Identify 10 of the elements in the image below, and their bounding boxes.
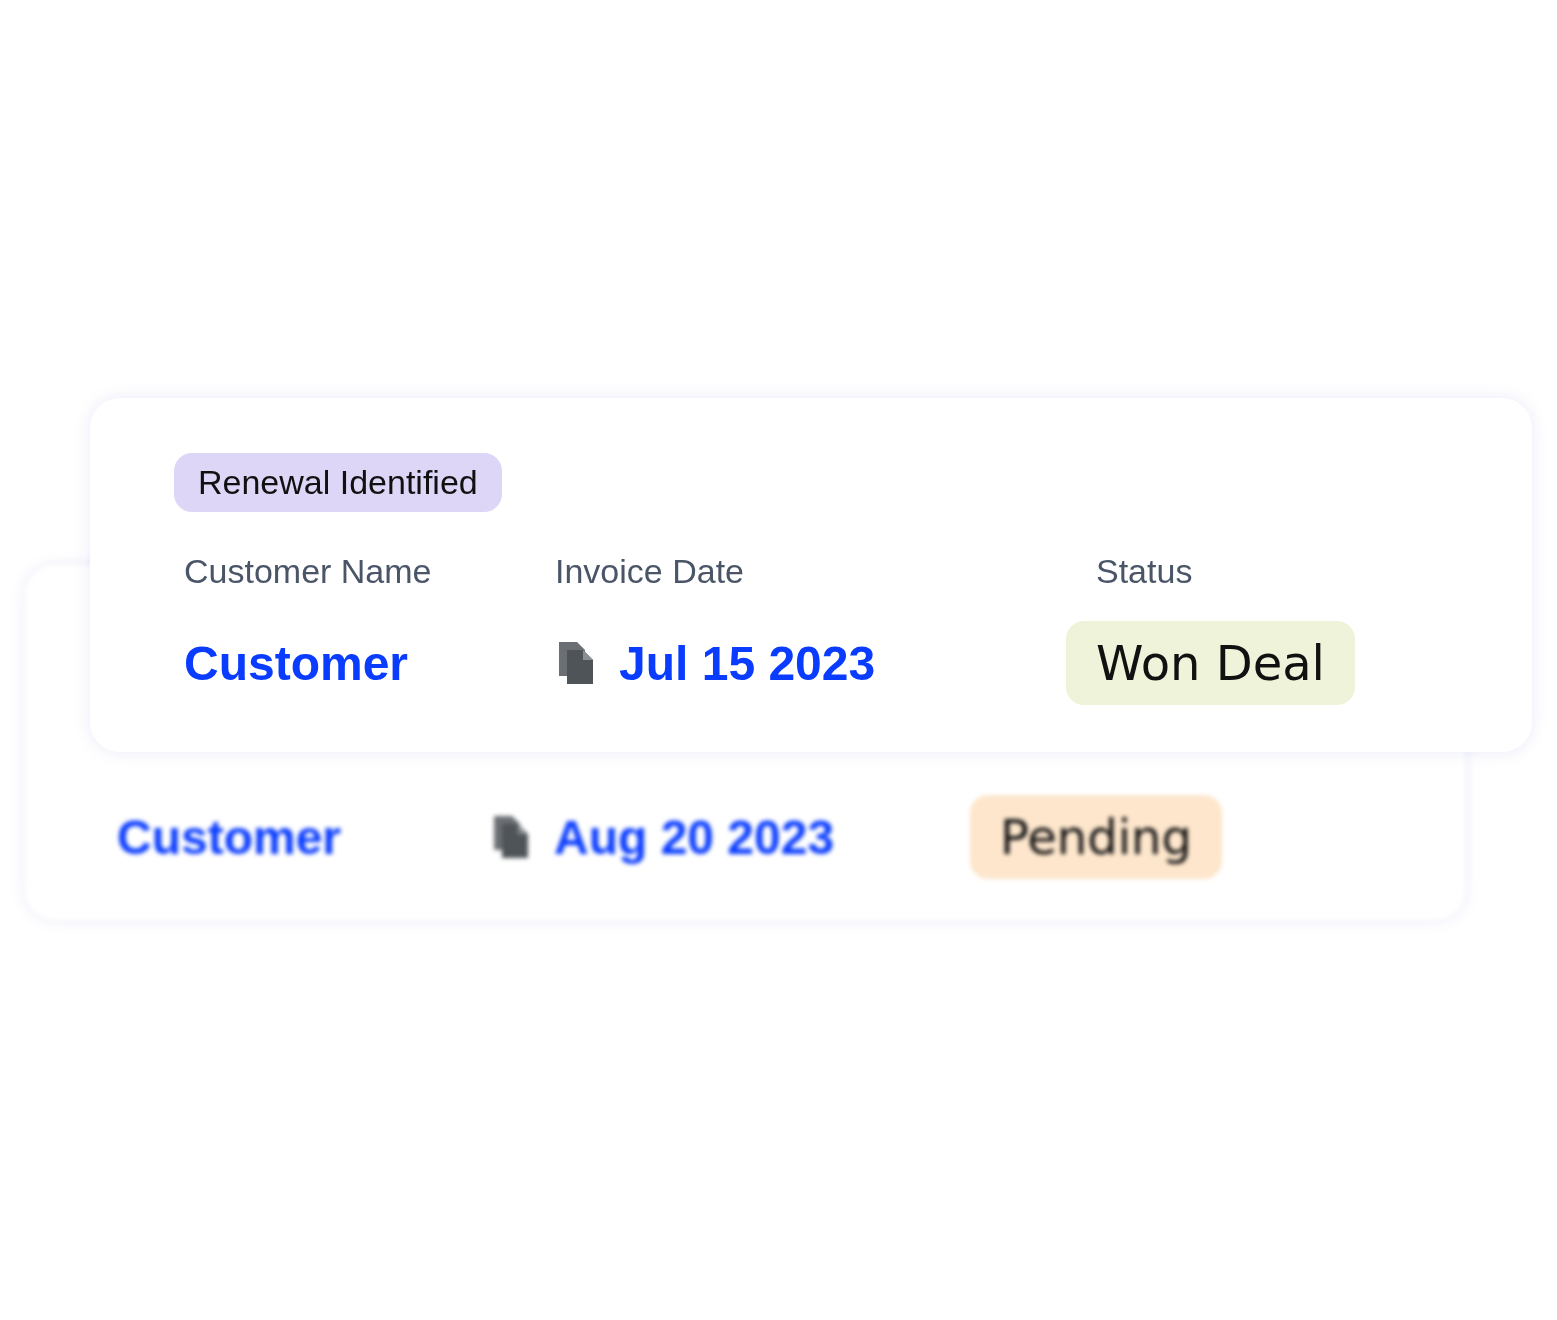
column-label: Invoice Date (555, 552, 744, 591)
customer-link[interactable]: Customer (117, 809, 490, 865)
status-badge: Pending (970, 795, 1222, 879)
renewal-tag: Renewal Identified (174, 453, 502, 512)
customer-link[interactable]: Customer (184, 635, 555, 691)
status-badge: Won Deal (1066, 621, 1355, 705)
invoice-date: Jul 15 2023 (619, 635, 876, 691)
column-label: Customer Name (184, 552, 432, 591)
invoice-date: Aug 20 2023 (554, 809, 835, 865)
column-label: Status (1096, 552, 1193, 591)
